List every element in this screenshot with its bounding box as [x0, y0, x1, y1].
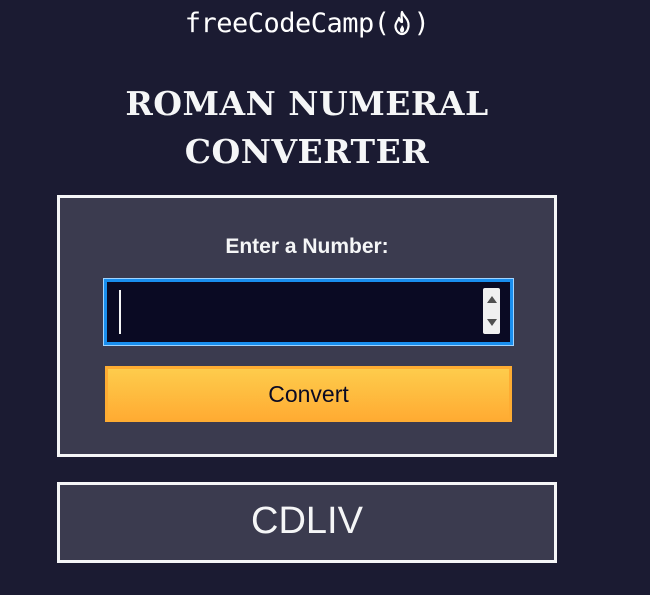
caret-up-icon[interactable] — [483, 288, 500, 311]
number-input[interactable] — [103, 278, 514, 346]
number-spinner[interactable] — [483, 288, 500, 334]
converter-form: Enter a Number: Convert — [57, 195, 557, 457]
output-panel: CDLIV — [57, 482, 557, 563]
logo-text-end: ) — [413, 7, 430, 39]
flame-icon — [393, 10, 410, 36]
roman-numeral-output: CDLIV — [251, 500, 363, 542]
page-title: ROMAN NUMERAL CONVERTER — [0, 80, 614, 176]
freecodecamp-logo: freeCodeCamp( ) — [0, 6, 614, 40]
title-line-1: ROMAN NUMERAL — [125, 84, 489, 123]
title-line-2: CONVERTER — [184, 132, 430, 171]
number-input-label: Enter a Number: — [225, 235, 389, 258]
convert-button[interactable]: Convert — [105, 366, 512, 422]
text-caret — [119, 290, 121, 334]
logo-text: freeCodeCamp( — [184, 7, 390, 39]
caret-down-icon[interactable] — [483, 311, 500, 334]
